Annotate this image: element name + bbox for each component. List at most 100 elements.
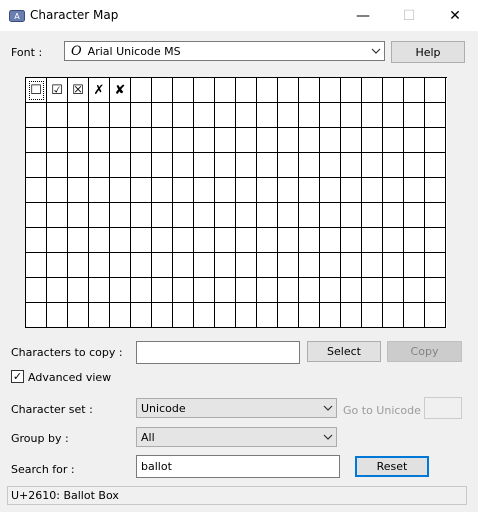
empty-character-cell[interactable] — [278, 78, 299, 103]
empty-character-cell[interactable] — [362, 303, 383, 328]
empty-character-cell[interactable] — [278, 228, 299, 253]
font-dropdown[interactable]: O Arial Unicode MS — [64, 41, 385, 61]
empty-character-cell[interactable] — [110, 278, 131, 303]
empty-character-cell[interactable] — [173, 203, 194, 228]
empty-character-cell[interactable] — [110, 103, 131, 128]
empty-character-cell[interactable] — [110, 228, 131, 253]
empty-character-cell[interactable] — [215, 228, 236, 253]
empty-character-cell[interactable] — [215, 178, 236, 203]
empty-character-cell[interactable] — [47, 228, 68, 253]
empty-character-cell[interactable] — [425, 78, 446, 103]
empty-character-cell[interactable] — [152, 253, 173, 278]
empty-character-cell[interactable] — [110, 303, 131, 328]
empty-character-cell[interactable] — [404, 253, 425, 278]
empty-character-cell[interactable] — [68, 178, 89, 203]
empty-character-cell[interactable] — [278, 203, 299, 228]
empty-character-cell[interactable] — [89, 178, 110, 203]
empty-character-cell[interactable] — [320, 303, 341, 328]
empty-character-cell[interactable] — [320, 78, 341, 103]
empty-character-cell[interactable] — [215, 78, 236, 103]
empty-character-cell[interactable] — [299, 103, 320, 128]
empty-character-cell[interactable] — [173, 253, 194, 278]
empty-character-cell[interactable] — [131, 228, 152, 253]
empty-character-cell[interactable] — [131, 78, 152, 103]
empty-character-cell[interactable] — [152, 178, 173, 203]
empty-character-cell[interactable] — [341, 253, 362, 278]
empty-character-cell[interactable] — [194, 253, 215, 278]
empty-character-cell[interactable] — [68, 303, 89, 328]
empty-character-cell[interactable] — [215, 128, 236, 153]
empty-character-cell[interactable] — [68, 253, 89, 278]
empty-character-cell[interactable] — [299, 303, 320, 328]
reset-button[interactable]: Reset — [355, 456, 429, 477]
empty-character-cell[interactable] — [236, 128, 257, 153]
empty-character-cell[interactable] — [404, 203, 425, 228]
select-button[interactable]: Select — [307, 341, 381, 362]
empty-character-cell[interactable] — [362, 203, 383, 228]
empty-character-cell[interactable] — [299, 253, 320, 278]
search-input[interactable]: ballot — [136, 455, 340, 478]
empty-character-cell[interactable] — [299, 228, 320, 253]
empty-character-cell[interactable] — [341, 228, 362, 253]
empty-character-cell[interactable] — [194, 303, 215, 328]
empty-character-cell[interactable] — [26, 278, 47, 303]
empty-character-cell[interactable] — [383, 253, 404, 278]
empty-character-cell[interactable] — [26, 128, 47, 153]
empty-character-cell[interactable] — [383, 128, 404, 153]
character-grid[interactable]: ☐ ☑ ☒ ✗ ✘ — [25, 77, 447, 328]
character-cell[interactable]: ✗ — [89, 78, 110, 103]
empty-character-cell[interactable] — [173, 153, 194, 178]
empty-character-cell[interactable] — [278, 128, 299, 153]
empty-character-cell[interactable] — [362, 278, 383, 303]
empty-character-cell[interactable] — [299, 153, 320, 178]
empty-character-cell[interactable] — [47, 253, 68, 278]
empty-character-cell[interactable] — [110, 128, 131, 153]
empty-character-cell[interactable] — [173, 178, 194, 203]
empty-character-cell[interactable] — [278, 178, 299, 203]
empty-character-cell[interactable] — [383, 178, 404, 203]
empty-character-cell[interactable] — [152, 78, 173, 103]
empty-character-cell[interactable] — [341, 278, 362, 303]
empty-character-cell[interactable] — [257, 103, 278, 128]
empty-character-cell[interactable] — [278, 278, 299, 303]
empty-character-cell[interactable] — [425, 128, 446, 153]
empty-character-cell[interactable] — [152, 303, 173, 328]
empty-character-cell[interactable] — [383, 153, 404, 178]
empty-character-cell[interactable] — [152, 278, 173, 303]
character-set-dropdown[interactable]: Unicode — [136, 398, 337, 418]
empty-character-cell[interactable] — [341, 178, 362, 203]
empty-character-cell[interactable] — [299, 128, 320, 153]
empty-character-cell[interactable] — [236, 278, 257, 303]
empty-character-cell[interactable] — [215, 203, 236, 228]
empty-character-cell[interactable] — [215, 153, 236, 178]
empty-character-cell[interactable] — [362, 153, 383, 178]
empty-character-cell[interactable] — [341, 128, 362, 153]
empty-character-cell[interactable] — [320, 178, 341, 203]
empty-character-cell[interactable] — [110, 253, 131, 278]
empty-character-cell[interactable] — [89, 128, 110, 153]
help-button[interactable]: Help — [391, 41, 465, 63]
empty-character-cell[interactable] — [257, 78, 278, 103]
empty-character-cell[interactable] — [383, 303, 404, 328]
empty-character-cell[interactable] — [152, 153, 173, 178]
empty-character-cell[interactable] — [425, 103, 446, 128]
empty-character-cell[interactable] — [236, 203, 257, 228]
empty-character-cell[interactable] — [236, 103, 257, 128]
character-cell[interactable]: ☑ — [47, 78, 68, 103]
empty-character-cell[interactable] — [47, 178, 68, 203]
empty-character-cell[interactable] — [383, 203, 404, 228]
empty-character-cell[interactable] — [47, 128, 68, 153]
empty-character-cell[interactable] — [47, 103, 68, 128]
empty-character-cell[interactable] — [47, 278, 68, 303]
empty-character-cell[interactable] — [68, 203, 89, 228]
empty-character-cell[interactable] — [278, 153, 299, 178]
empty-character-cell[interactable] — [236, 78, 257, 103]
empty-character-cell[interactable] — [110, 203, 131, 228]
empty-character-cell[interactable] — [152, 103, 173, 128]
empty-character-cell[interactable] — [341, 303, 362, 328]
empty-character-cell[interactable] — [383, 103, 404, 128]
empty-character-cell[interactable] — [362, 253, 383, 278]
empty-character-cell[interactable] — [194, 203, 215, 228]
empty-character-cell[interactable] — [236, 253, 257, 278]
empty-character-cell[interactable] — [257, 203, 278, 228]
